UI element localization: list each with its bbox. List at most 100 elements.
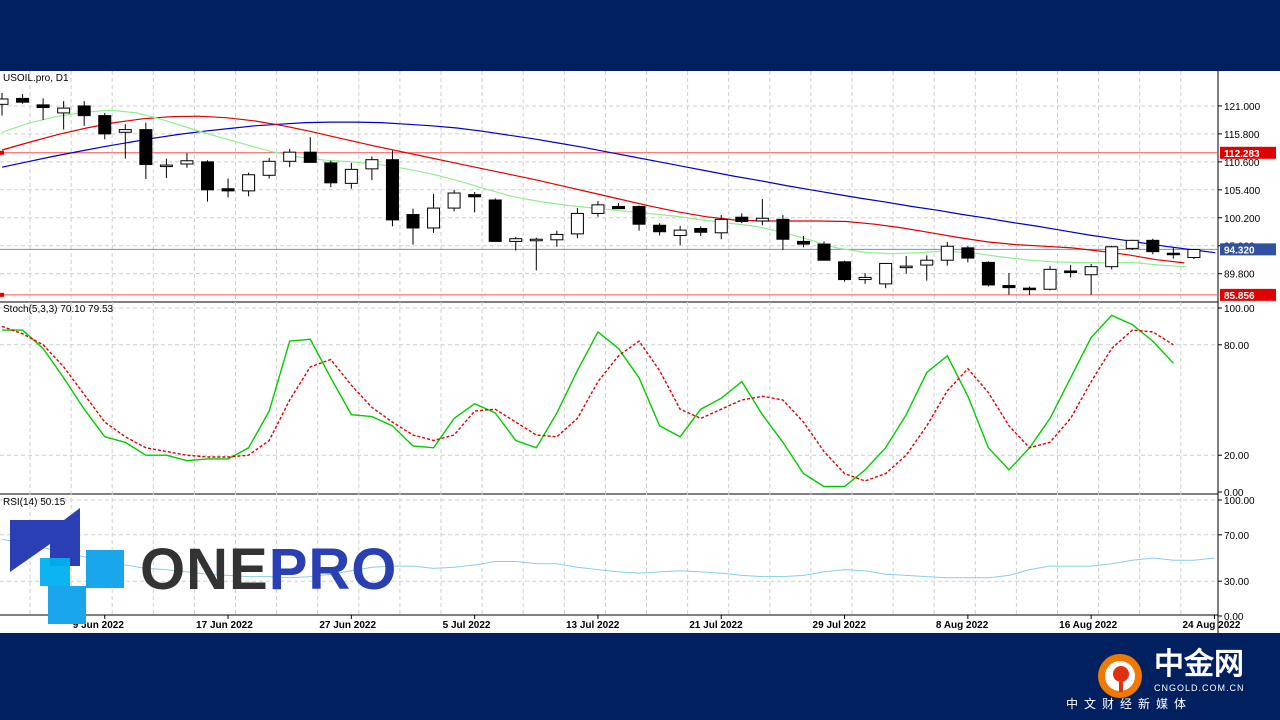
- price-tick-label: 100.200: [1224, 214, 1261, 225]
- cngold-emblem-icon: [1098, 654, 1142, 698]
- candle-body-up: [1125, 239, 1139, 249]
- candle: [1187, 248, 1201, 260]
- candle-body-up: [427, 207, 441, 229]
- price-level-marker: [0, 292, 4, 297]
- candle: [221, 178, 235, 198]
- candle-body-up: [1043, 268, 1057, 290]
- candle-body-down: [303, 151, 317, 163]
- candle-body-up: [242, 174, 256, 192]
- price-tag-label: 94.320: [1224, 245, 1255, 256]
- candle: [1105, 245, 1119, 270]
- candle: [550, 230, 564, 247]
- candle-body-up: [262, 160, 276, 176]
- candle-body-up: [180, 160, 194, 165]
- date-tick-label: 5 Jul 2022: [443, 620, 491, 631]
- candle-body-down: [468, 194, 482, 198]
- candle-body-up: [159, 164, 173, 168]
- candle: [118, 124, 132, 159]
- candle-body-down: [488, 199, 502, 242]
- rsi-tick-label: 100.00: [1224, 496, 1255, 507]
- candle: [385, 150, 399, 227]
- candle-body-down: [98, 115, 112, 135]
- candle: [283, 148, 297, 168]
- candle-body-down: [406, 214, 420, 229]
- candle: [303, 137, 317, 163]
- date-tick-label: 17 Jun 2022: [196, 620, 253, 631]
- candle: [262, 158, 276, 179]
- candle: [509, 237, 523, 251]
- rsi-title: RSI(14) 50.15: [3, 497, 66, 508]
- candle-body-down: [1166, 252, 1180, 256]
- candle: [735, 213, 749, 224]
- rsi-tick-label: 70.00: [1224, 531, 1249, 542]
- candle-body-up: [550, 233, 564, 241]
- candle-body-up: [591, 204, 605, 214]
- candle: [447, 189, 461, 212]
- candle: [591, 201, 605, 217]
- candle: [529, 237, 543, 271]
- candle-body-down: [776, 218, 790, 240]
- stoch-tick-label: 100.00: [1224, 304, 1255, 315]
- candle-body-up: [940, 245, 954, 261]
- candle: [98, 112, 112, 140]
- candle-body-up: [283, 151, 297, 162]
- candle-body-up: [57, 107, 71, 114]
- candle-body-down: [653, 224, 667, 233]
- candle-body-down: [221, 188, 235, 192]
- cngold-tagline: 中文财经新媒体: [1066, 697, 1193, 711]
- candle-body-up: [570, 212, 584, 235]
- candle: [858, 273, 872, 284]
- date-tick-label: 29 Jul 2022: [813, 620, 867, 631]
- candle-body-down: [324, 162, 338, 184]
- date-tick-label: 24 Aug 2022: [1182, 620, 1240, 631]
- candle-body-up: [344, 168, 358, 184]
- candle: [1084, 263, 1098, 295]
- candle: [242, 172, 256, 197]
- candle-body-up: [899, 265, 913, 269]
- candle-body-down: [16, 97, 30, 103]
- candle: [838, 260, 852, 282]
- candle-body-up: [529, 238, 543, 242]
- price-chart-title: USOIL.pro, D1: [3, 73, 69, 84]
- candle: [427, 194, 441, 233]
- candle-body-up: [509, 238, 523, 242]
- cngold-logo: 中金网 CNGOLD.COM.CN 中文财经新媒体: [1066, 647, 1266, 712]
- price-tick-label: 121.000: [1224, 102, 1261, 113]
- date-tick-label: 8 Aug 2022: [936, 620, 989, 631]
- cngold-name: 中金网: [1154, 647, 1244, 682]
- date-tick-label: 27 Jun 2022: [319, 620, 376, 631]
- candle-body-down: [1023, 287, 1036, 291]
- candle-body-up: [755, 217, 769, 222]
- candle-body-down: [77, 105, 91, 117]
- candle: [1023, 286, 1036, 296]
- brand-one: ONE: [140, 537, 269, 602]
- price-tag-label: 112.283: [1224, 149, 1260, 160]
- candle-body-down: [735, 216, 749, 223]
- candle: [920, 255, 934, 281]
- price-tick-label: 105.400: [1224, 186, 1261, 197]
- candle: [0, 93, 9, 116]
- candle: [488, 198, 502, 242]
- candle: [1002, 273, 1016, 295]
- date-tick-label: 13 Jul 2022: [566, 620, 620, 631]
- candle: [201, 160, 214, 202]
- candle-body-down: [1146, 239, 1160, 253]
- candle: [673, 225, 687, 246]
- price-chart: USOIL.pro, D1: [0, 73, 1218, 297]
- candle-body-down: [981, 261, 995, 286]
- onepro-logo-icon: [10, 508, 124, 624]
- candle-body-down: [1064, 270, 1078, 273]
- candle: [180, 153, 194, 168]
- candle: [468, 191, 482, 213]
- candle: [16, 94, 30, 104]
- price-level-marker: [0, 150, 4, 155]
- candle-body-down: [796, 240, 810, 245]
- candle-body-up: [1187, 248, 1201, 259]
- candle: [776, 215, 790, 251]
- candle: [1043, 266, 1057, 291]
- candle: [981, 261, 995, 287]
- date-tick-label: 16 Aug 2022: [1059, 620, 1117, 631]
- candle-body-up: [879, 262, 893, 285]
- price-tick-label: 115.800: [1224, 130, 1260, 141]
- candle-body-up: [714, 218, 728, 234]
